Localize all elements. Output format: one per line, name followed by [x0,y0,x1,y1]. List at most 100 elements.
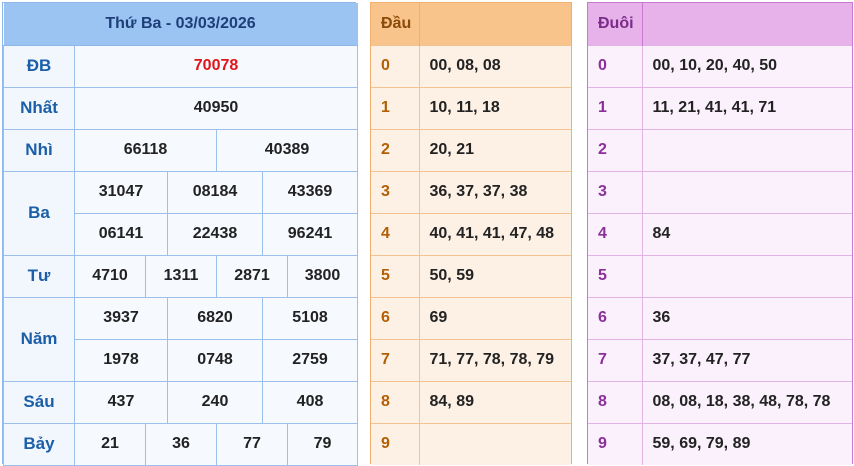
duoi-key: 5 [588,254,643,297]
prize-value: 1978 [74,338,168,382]
dau-key: 5 [371,254,420,297]
dau-row: 8 84, 89 [371,380,571,423]
dau-key: 4 [371,212,420,255]
duoi-key: 6 [588,296,643,339]
dau-row: 5 50, 59 [371,254,571,297]
duoi-value: 84 [642,212,852,255]
dau-value: 50, 59 [419,254,571,297]
duoi-row: 6 36 [588,296,852,339]
duoi-row: 5 [588,254,852,297]
prize-value: 77 [216,422,288,466]
duoi-value [642,128,852,171]
prize-value: 21 [74,422,146,466]
prize-value: 43369 [261,170,359,214]
prize-value: 66118 [74,128,217,172]
prize-value: 36 [145,422,217,466]
prize-row-sau: Sáu 437 240 408 [3,380,359,424]
prize-value: 08184 [167,170,263,214]
prize-row-bay: Bảy 21 36 77 79 [3,422,359,466]
special-prize-value: 70078 [73,44,359,88]
duoi-value: 08, 08, 18, 38, 48, 78, 78 [642,380,852,423]
lottery-results-table: Thứ Ba - 03/03/2026 ĐB 70078 Nhất 40950 … [2,2,359,466]
prize-label: Sáu [3,380,75,424]
dau-value [419,422,571,465]
dau-key: 7 [371,338,420,381]
duoi-row: 4 84 [588,212,852,255]
duoi-value: 00, 10, 20, 40, 50 [642,44,852,87]
dau-row: 9 [371,422,571,465]
duoi-value: 36 [642,296,852,339]
prize-row-nam: Năm 3937 6820 5108 [3,296,359,382]
dau-value: 10, 11, 18 [419,86,571,129]
duoi-value: 59, 69, 79, 89 [642,422,852,465]
dau-row: 7 71, 77, 78, 78, 79 [371,338,571,381]
duoi-row: 0 00, 10, 20, 40, 50 [588,44,852,87]
prize-row-nhi: Nhì 66118 40389 [3,128,359,172]
prize-row-nhat: Nhất 40950 [3,86,359,130]
dau-value: 40, 41, 41, 47, 48 [419,212,571,255]
prize-value: 3800 [286,254,359,298]
duoi-key: 9 [588,422,643,465]
prize-value: 40950 [73,86,359,130]
duoi-value: 11, 21, 41, 41, 71 [642,86,852,129]
dau-key: 2 [371,128,420,171]
duoi-header: Đuôi [588,3,643,45]
prize-value: 1311 [145,254,217,298]
prize-row-tu: Tư 4710 1311 2871 3800 [3,254,359,298]
duoi-key: 7 [588,338,643,381]
dau-row: 2 20, 21 [371,128,571,171]
duoi-row: 2 [588,128,852,171]
prize-label: Nhất [3,86,75,130]
prize-row-db: ĐB 70078 [3,44,359,88]
prize-row-ba: Ba 31047 08184 43369 [3,170,359,256]
dau-row: 3 36, 37, 37, 38 [371,170,571,213]
prize-value: 79 [286,422,359,466]
prize-value: 31047 [74,170,168,214]
dau-key: 1 [371,86,420,129]
prize-label: ĐB [3,44,75,88]
duoi-table: Đuôi 0 00, 10, 20, 40, 50 1 11, 21, 41, 41… [587,2,853,465]
dau-key: 9 [371,422,420,465]
dau-key: 3 [371,170,420,213]
prize-value: 40389 [215,128,359,172]
duoi-value [642,254,852,297]
dau-row: 4 40, 41, 41, 47, 48 [371,212,571,255]
duoi-value [642,170,852,213]
duoi-key: 3 [588,170,643,213]
prize-label: Năm [3,296,75,382]
duoi-key: 0 [588,44,643,87]
dau-value: 20, 21 [419,128,571,171]
dau-header: Đầu [371,3,420,45]
dau-value: 36, 37, 37, 38 [419,170,571,213]
duoi-row: 1 11, 21, 41, 41, 71 [588,86,852,129]
duoi-row: 9 59, 69, 79, 89 [588,422,852,465]
dau-table: Đầu 0 00, 08, 08 1 10, 11, 18 2 20, 21 3 36,… [370,2,572,465]
duoi-header-blank [642,3,852,45]
prize-value: 4710 [74,254,146,298]
dau-key: 8 [371,380,420,423]
duoi-row: 7 37, 37, 47, 77 [588,338,852,381]
dau-value: 00, 08, 08 [419,44,571,87]
dau-row: 0 00, 08, 08 [371,44,571,87]
prize-value: 22438 [167,212,263,256]
dau-value: 84, 89 [419,380,571,423]
dau-key: 6 [371,296,420,339]
duoi-key: 8 [588,380,643,423]
duoi-key: 2 [588,128,643,171]
duoi-row: 8 08, 08, 18, 38, 48, 78, 78 [588,380,852,423]
prize-label: Nhì [3,128,75,172]
prize-value: 06141 [74,212,168,256]
prize-value: 2759 [261,338,359,382]
dau-row: 1 10, 11, 18 [371,86,571,129]
duoi-row: 3 [588,170,852,213]
prize-label: Bảy [3,422,75,466]
prize-value: 408 [261,380,359,424]
prize-value: 6820 [167,296,263,340]
prize-value: 96241 [261,212,359,256]
prize-value: 2871 [216,254,288,298]
dau-row: 6 69 [371,296,571,339]
duoi-key: 4 [588,212,643,255]
prize-value: 437 [74,380,168,424]
dau-value: 69 [419,296,571,339]
prize-value: 3937 [74,296,168,340]
